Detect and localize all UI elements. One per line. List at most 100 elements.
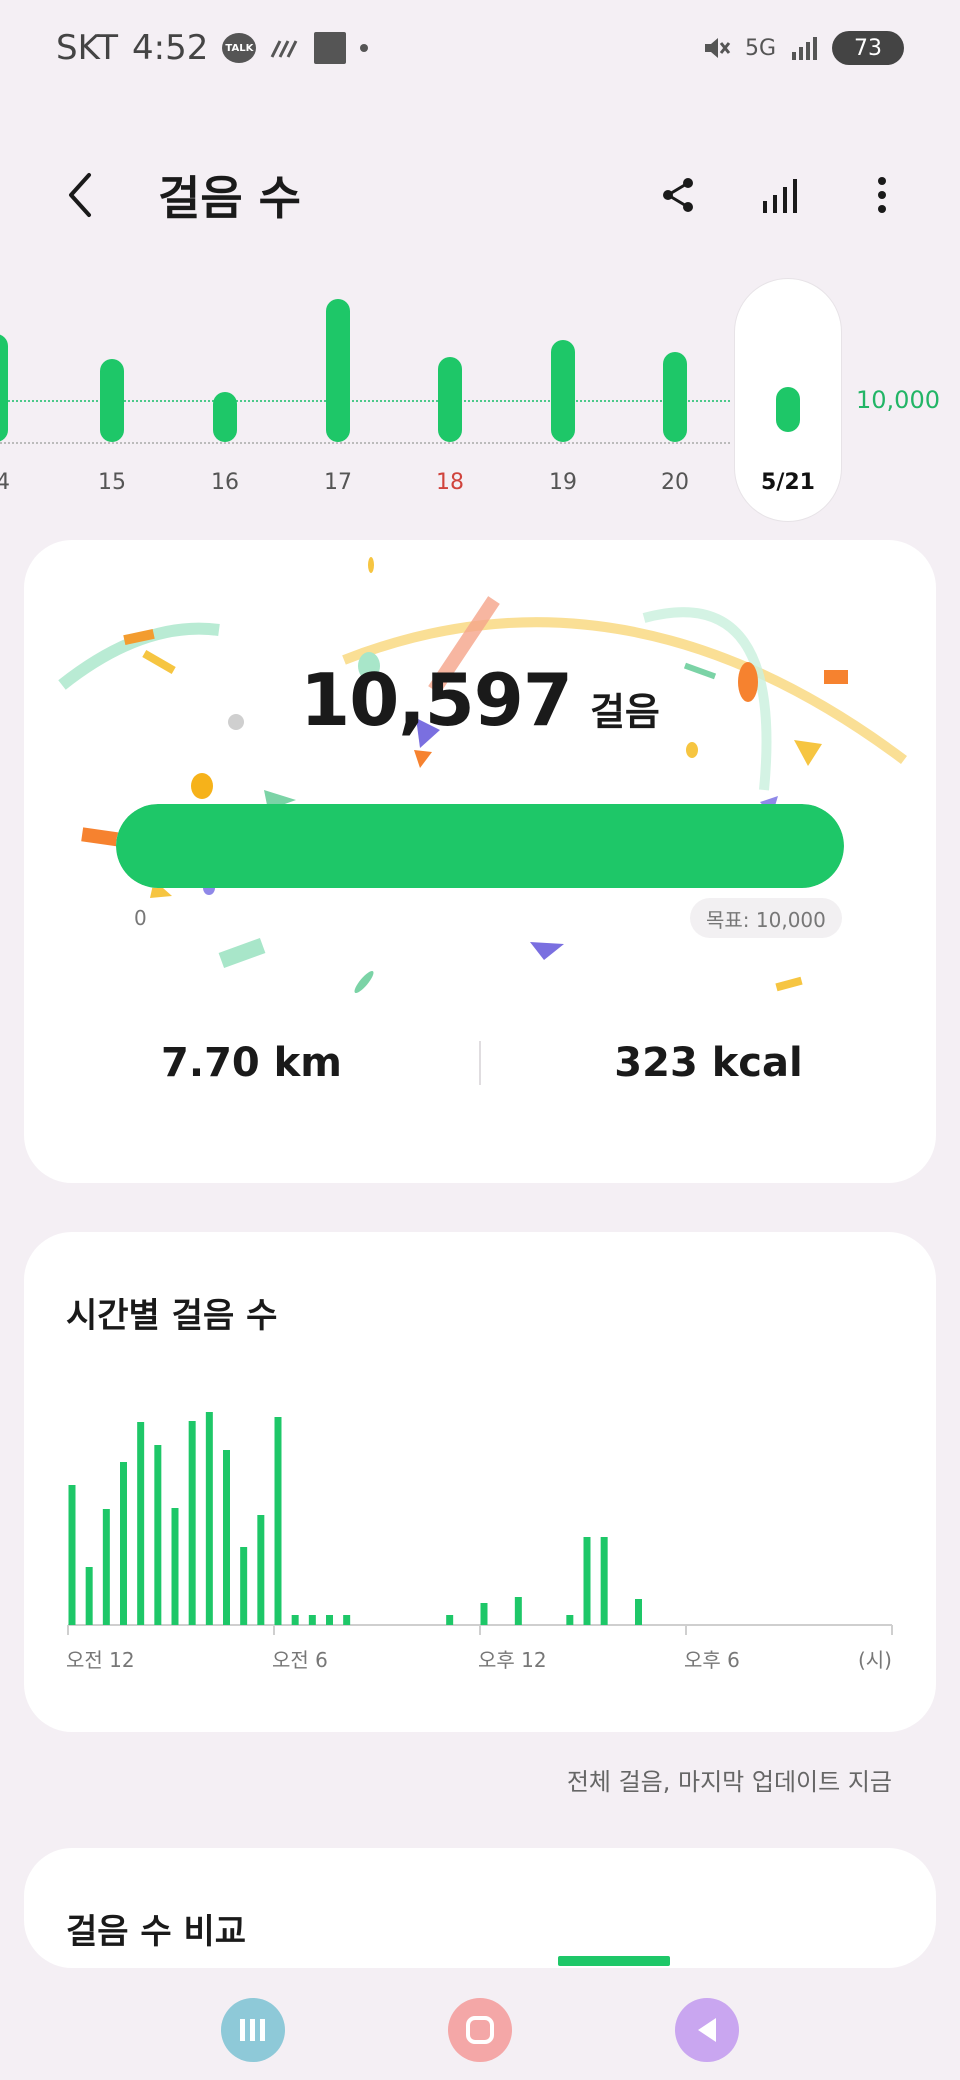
more-options-button[interactable] — [852, 165, 912, 225]
day-17[interactable]: 17 — [298, 270, 378, 530]
day-label: 18 — [436, 470, 464, 495]
day-steps-bar — [663, 352, 687, 442]
chevron-left-icon — [69, 173, 91, 217]
hour-bar — [343, 1615, 351, 1625]
day-label: 5/21 — [761, 470, 815, 495]
recent-apps-button[interactable] — [221, 1998, 286, 2062]
day-20[interactable]: 20 — [635, 270, 715, 530]
x-tick-label: 오전 12 — [66, 1648, 135, 1672]
clock: 4:52 — [132, 28, 209, 68]
hour-bar — [566, 1615, 574, 1625]
status-bar: SKT 4:52 TALK 5G 73 — [0, 0, 960, 96]
hour-bar — [308, 1615, 316, 1625]
x-tick-label: 오후 6 — [684, 1648, 740, 1672]
day-15[interactable]: 15 — [72, 270, 152, 530]
day-label: 15 — [98, 470, 126, 495]
recent-apps-icon — [240, 2019, 266, 2041]
nav-back-button[interactable] — [674, 1998, 739, 2062]
hour-bar — [600, 1537, 608, 1625]
day-steps-bar — [776, 387, 800, 432]
hour-bar — [257, 1515, 265, 1625]
hour-bar — [120, 1462, 127, 1625]
day-steps-bar — [0, 334, 8, 442]
kakaotalk-icon: TALK — [222, 33, 257, 63]
hourly-steps-chart: 오전 12 오전 6 오후 12 오후 6 (시) — [66, 1412, 893, 1672]
back-button[interactable] — [48, 163, 112, 227]
hour-bar — [205, 1412, 213, 1625]
notification-app-icon — [314, 32, 347, 64]
day-steps-bar — [438, 357, 462, 442]
signal-strength-icon — [270, 37, 300, 59]
x-tick-label: (시) — [858, 1648, 892, 1672]
network-5g-icon: 5G — [744, 35, 776, 61]
calories-value: 323 kcal — [614, 1040, 803, 1086]
goal-progress-bar — [116, 804, 844, 888]
steps-count: 10,597 — [300, 658, 573, 742]
hour-bar — [274, 1417, 282, 1625]
hour-bar — [102, 1509, 110, 1625]
day-label: 14 — [0, 470, 10, 495]
mute-icon — [701, 33, 731, 63]
hour-bar — [154, 1445, 162, 1625]
hour-bar — [68, 1485, 76, 1625]
carrier-label: SKT — [56, 28, 119, 68]
day-steps-bar — [326, 299, 350, 442]
day-16[interactable]: 16 — [185, 270, 265, 530]
x-tick-label: 오전 6 — [272, 1648, 328, 1672]
distance-value: 7.70 km — [161, 1040, 342, 1086]
status-right: 5G 73 — [701, 31, 904, 65]
day-label: 17 — [324, 470, 352, 495]
compare-scroll-indicator — [558, 1956, 670, 1966]
more-vertical-icon — [878, 177, 886, 213]
steps-compare-title: 걸음 수 비교 — [66, 1912, 247, 1952]
goal-line-label: 10,000 — [856, 386, 940, 414]
page-title: 걸음 수 — [158, 171, 301, 225]
hour-bar — [514, 1597, 522, 1625]
day-steps-bar — [100, 359, 124, 442]
day-label: 20 — [661, 470, 689, 495]
hour-bar — [480, 1603, 488, 1625]
battery-indicator: 73 — [832, 31, 904, 65]
hour-bar — [635, 1599, 642, 1625]
day-label: 19 — [549, 470, 577, 495]
day-19[interactable]: 19 — [523, 270, 603, 530]
app-header: 걸음 수 — [0, 140, 960, 250]
stats-row: 7.70 km 323 kcal — [24, 1028, 936, 1098]
steps-total: 10,597 걸음 — [24, 658, 936, 742]
x-tick-label: 오후 12 — [478, 1648, 547, 1672]
more-notifications-dot-icon — [360, 44, 369, 52]
share-button[interactable] — [648, 165, 708, 225]
cell-signal-icon — [790, 34, 818, 62]
bar-chart-icon — [763, 179, 797, 213]
hour-bar — [291, 1615, 299, 1625]
home-button[interactable] — [447, 1998, 512, 2062]
hour-bar — [446, 1615, 454, 1625]
hour-bar — [137, 1422, 145, 1625]
hour-bar — [171, 1508, 179, 1625]
share-icon — [663, 178, 693, 212]
update-footnote: 전체 걸음, 마지막 업데이트 지금 — [566, 1768, 892, 1796]
day-label: 16 — [211, 470, 239, 495]
day-18[interactable]: 18 — [410, 270, 490, 530]
system-nav-bar — [0, 1980, 960, 2080]
home-icon — [465, 2016, 494, 2044]
goal-badge: 목표: 10,000 — [690, 898, 842, 938]
day-steps-bar — [551, 340, 575, 442]
hour-bar — [583, 1537, 591, 1625]
back-icon — [697, 2018, 716, 2042]
hour-bar — [85, 1567, 93, 1625]
hour-bar — [188, 1421, 196, 1625]
hourly-steps-card[interactable]: 시간별 걸음 수 오전 12 오전 6 오후 12 오후 6 (시) — [24, 1232, 936, 1732]
progress-min-label: 0 — [134, 906, 147, 930]
day-14[interactable]: 14 — [0, 270, 36, 530]
steps-compare-card[interactable]: 걸음 수 비교 — [24, 1848, 936, 1968]
hour-bar — [326, 1615, 333, 1625]
goal-progress-fill — [116, 804, 844, 888]
trends-button[interactable] — [750, 165, 810, 225]
hour-bar — [223, 1450, 230, 1625]
status-left: SKT 4:52 TALK — [56, 28, 369, 68]
day-selector-strip: 10,000 14 15 16 17 18 19 20 5/21 — [0, 270, 960, 530]
daily-summary-card[interactable]: 10,597 걸음 0 목표: 10,000 7.70 km 323 kcal — [24, 540, 936, 1183]
steps-unit: 걸음 — [589, 690, 660, 734]
day-5-21[interactable]: 5/21 — [748, 270, 828, 530]
